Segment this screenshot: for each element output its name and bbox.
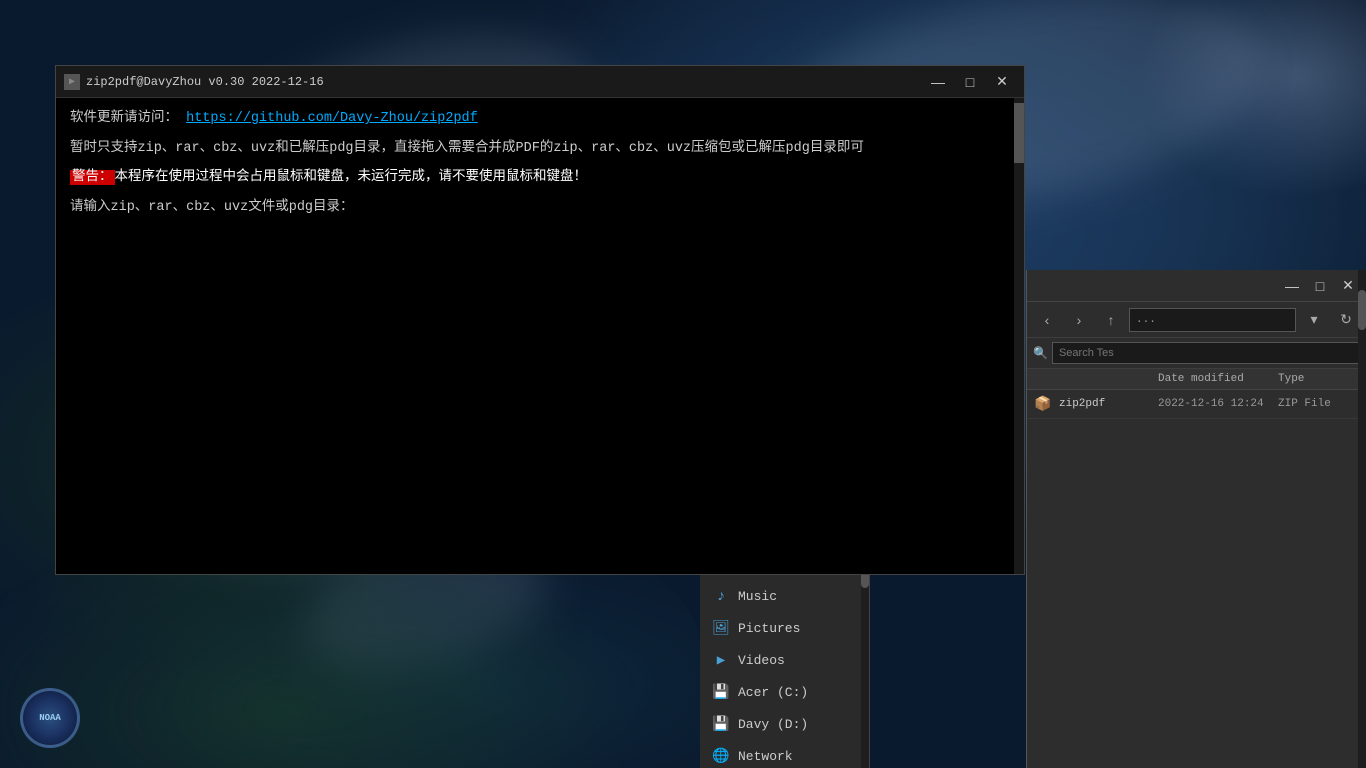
acer-c-label: Acer (C:) bbox=[738, 685, 808, 700]
terminal-content: 软件更新请访问： https://github.com/Davy-Zhou/zi… bbox=[56, 98, 1024, 574]
music-icon: ♪ bbox=[712, 587, 730, 605]
acer-c-icon: 💾 bbox=[712, 683, 730, 701]
explorer-scrollbar-thumb bbox=[1358, 290, 1366, 330]
warning-prefix: 警告： bbox=[70, 170, 115, 185]
nav-item-music[interactable]: ♪ Music bbox=[700, 580, 869, 612]
maximize-button[interactable]: □ bbox=[956, 71, 984, 93]
table-row[interactable]: 📦 zip2pdf 2022-12-16 12:24 ZIP File bbox=[1027, 390, 1366, 419]
terminal-titlebar: ▶ zip2pdf@DavyZhou v0.30 2022-12-16 — □ … bbox=[56, 66, 1024, 98]
explorer-scrollbar[interactable] bbox=[1358, 270, 1366, 768]
terminal-window: ▶ zip2pdf@DavyZhou v0.30 2022-12-16 — □ … bbox=[55, 65, 1025, 575]
nav-item-videos[interactable]: ▶ Videos bbox=[700, 644, 869, 676]
davy-d-icon: 💾 bbox=[712, 715, 730, 733]
type-header: Type bbox=[1278, 373, 1358, 385]
nav-forward-button[interactable]: › bbox=[1065, 307, 1093, 333]
nav-item-acer-c[interactable]: 💾 Acer (C:) bbox=[700, 676, 869, 708]
terminal-app-icon: ▶ bbox=[64, 74, 80, 90]
nav-item-pictures[interactable]: 🖼 Pictures bbox=[700, 612, 869, 644]
videos-label: Videos bbox=[738, 653, 785, 668]
davy-d-label: Davy (D:) bbox=[738, 717, 808, 732]
refresh-button[interactable]: ↻ bbox=[1332, 307, 1360, 333]
input-prompt-line: 请输入zip、rar、cbz、uvz文件或pdg目录： bbox=[70, 197, 1010, 219]
warning-line: 警告：本程序在使用过程中会占用鼠标和键盘，未运行完成，请不要使用鼠标和键盘！ bbox=[70, 167, 1010, 189]
minimize-button[interactable]: — bbox=[924, 71, 952, 93]
file-icon: 📦 bbox=[1035, 396, 1051, 412]
nav-up-button[interactable]: ↑ bbox=[1097, 307, 1125, 333]
search-icon: 🔍 bbox=[1033, 346, 1048, 361]
file-type: ZIP File bbox=[1278, 398, 1358, 410]
address-bar[interactable]: ... bbox=[1129, 308, 1296, 332]
file-explorer-panel: — □ ✕ ‹ › ↑ ... ▾ ↻ 🔍 Date modified Type… bbox=[1026, 270, 1366, 768]
file-name: zip2pdf bbox=[1059, 398, 1158, 410]
search-input[interactable] bbox=[1052, 342, 1360, 364]
explorer-toolbar: ‹ › ↑ ... ▾ ↻ bbox=[1027, 302, 1366, 338]
terminal-scrollbar[interactable] bbox=[1014, 98, 1024, 574]
terminal-scrollbar-thumb bbox=[1014, 103, 1024, 163]
noaa-logo: NOAA bbox=[20, 688, 80, 748]
music-label: Music bbox=[738, 589, 777, 604]
nav-scrollbar[interactable] bbox=[861, 548, 869, 768]
close-button[interactable]: ✕ bbox=[988, 71, 1016, 93]
date-modified-header: Date modified bbox=[1158, 373, 1278, 385]
warning-text: 本程序在使用过程中会占用鼠标和键盘，未运行完成，请不要使用鼠标和键盘！ bbox=[115, 170, 588, 185]
dropdown-button[interactable]: ▾ bbox=[1300, 307, 1328, 333]
videos-icon: ▶ bbox=[712, 651, 730, 669]
explorer-search-bar: 🔍 bbox=[1027, 338, 1366, 369]
pictures-label: Pictures bbox=[738, 621, 800, 636]
column-headers: Date modified Type bbox=[1027, 369, 1366, 390]
nav-sidebar: ⬇ Downloads ♪ Music 🖼 Pictures ▶ Videos … bbox=[700, 548, 870, 768]
support-line: 暂时只支持zip、rar、cbz、uvz和已解压pdg目录，直接拖入需要合并成P… bbox=[70, 138, 1010, 160]
file-list: 📦 zip2pdf 2022-12-16 12:24 ZIP File bbox=[1027, 390, 1366, 768]
support-text: 暂时只支持zip、rar、cbz、uvz和已解压pdg目录，直接拖入需要合并成P… bbox=[70, 141, 864, 156]
terminal-controls: — □ ✕ bbox=[924, 71, 1016, 93]
noaa-label: NOAA bbox=[39, 713, 61, 723]
explorer-titlebar: — □ ✕ bbox=[1027, 270, 1366, 302]
input-prompt: 请输入zip、rar、cbz、uvz文件或pdg目录： bbox=[70, 200, 354, 215]
file-date: 2022-12-16 12:24 bbox=[1158, 398, 1278, 410]
explorer-maximize-button[interactable]: □ bbox=[1306, 275, 1334, 297]
nav-item-network[interactable]: 🌐 Network bbox=[700, 740, 869, 768]
pictures-icon: 🖼 bbox=[712, 619, 730, 637]
nav-back-button[interactable]: ‹ bbox=[1033, 307, 1061, 333]
update-line: 软件更新请访问： https://github.com/Davy-Zhou/zi… bbox=[70, 108, 1010, 130]
update-label: 软件更新请访问： bbox=[70, 111, 178, 126]
network-icon: 🌐 bbox=[712, 747, 730, 765]
network-label: Network bbox=[738, 749, 793, 764]
update-url[interactable]: https://github.com/Davy-Zhou/zip2pdf bbox=[186, 111, 478, 126]
explorer-minimize-button[interactable]: — bbox=[1278, 275, 1306, 297]
terminal-title: zip2pdf@DavyZhou v0.30 2022-12-16 bbox=[86, 75, 924, 89]
nav-item-davy-d[interactable]: 💾 Davy (D:) bbox=[700, 708, 869, 740]
